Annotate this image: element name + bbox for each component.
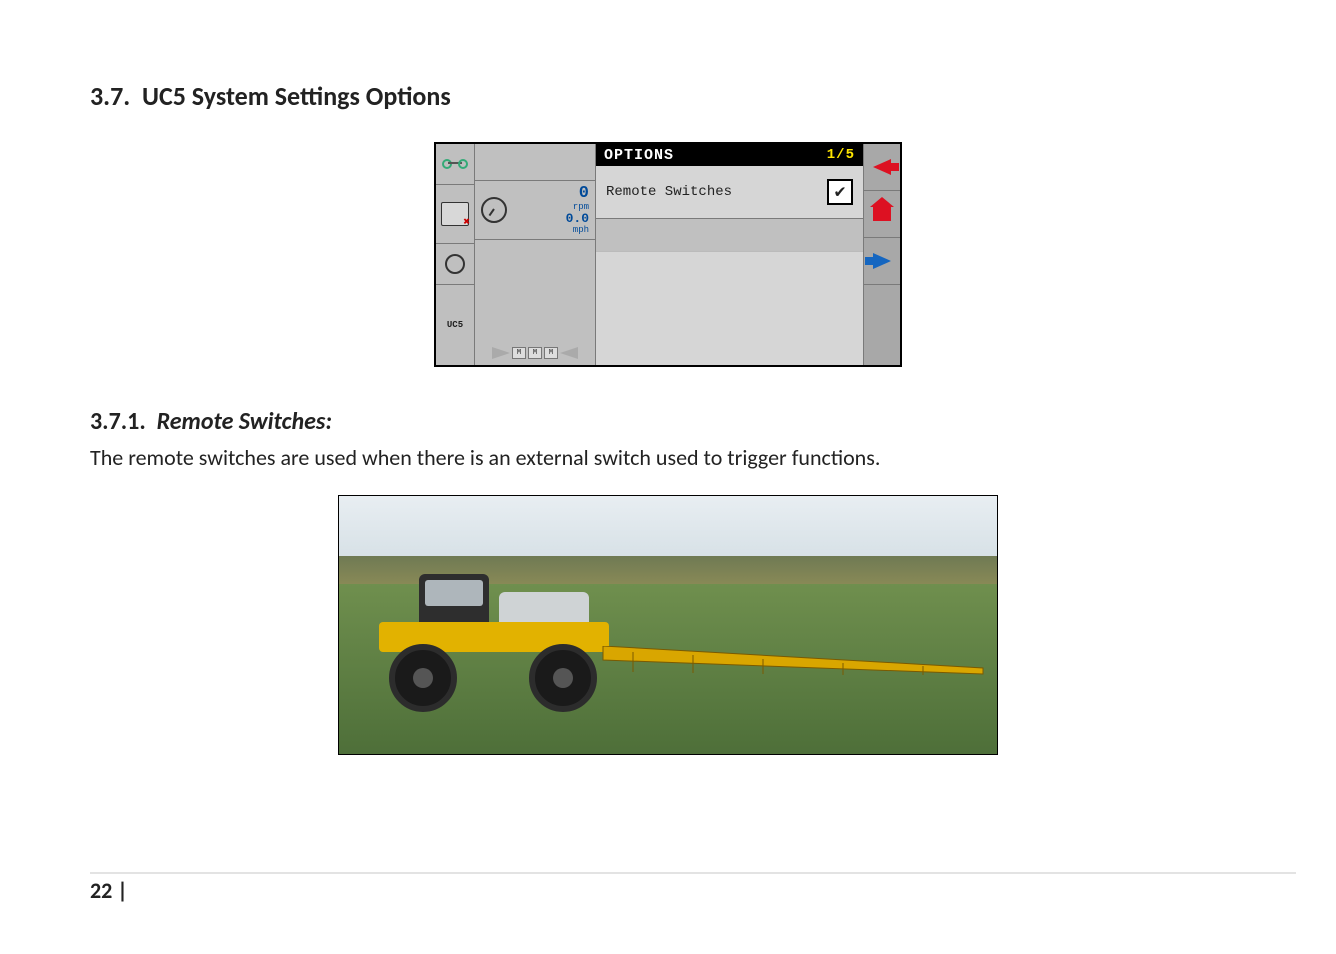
options-page-indicator: 1/5 [827,147,855,163]
boom-indicator-row: M M M [475,240,595,365]
section-heading: 3.7. UC5 System Settings Options [90,80,1246,112]
option-row-label: Remote Switches [606,184,732,200]
home-icon [873,207,891,221]
uc5-label: UC5 [447,320,463,330]
options-empty-area [596,251,863,365]
section-title: UC5 System Settings Options [142,80,451,112]
softkey-empty [864,285,900,365]
boom-left-wing-icon [492,347,510,359]
footer-rule [90,872,1296,874]
status-stats: 0 rpm 0.0 mph [475,181,595,240]
softkey-home[interactable] [864,191,900,238]
sprayer-image [338,495,998,755]
subsection-title: Remote Switches: [157,407,332,436]
subsection-heading: 3.7.1. Remote Switches: [90,407,1246,436]
section-number: 3.7. [90,80,130,112]
stat-readout: 0 rpm 0.0 mph [513,185,589,235]
softkey-next[interactable] [864,238,900,285]
uc5-options-screen: UC5 0 rpm 0.0 mph M [434,142,902,367]
option-row-remote-switches[interactable]: Remote Switches ✔ [596,166,863,219]
boom-icon [599,646,987,676]
body-paragraph: The remote switches are used when there … [90,444,1246,471]
tractor-wheel [529,644,597,712]
tractor-wheel [389,644,457,712]
tab-uc5[interactable]: UC5 [436,285,474,365]
boom-section: M [528,347,542,359]
speed-unit: mph [513,226,589,235]
softkey-back[interactable] [864,144,900,191]
status-column: 0 rpm 0.0 mph M M M [475,144,596,365]
photo-boom [599,646,987,676]
tractor-cab [419,574,489,629]
tab-axle[interactable] [436,144,474,185]
arrow-left-icon [873,159,891,175]
link-icon [445,254,465,274]
axle-icon [442,157,468,171]
tab-folder[interactable] [436,185,474,244]
options-main: OPTIONS 1/5 Remote Switches ✔ [596,144,863,365]
folder-x-icon [441,202,469,226]
tab-link[interactable] [436,244,474,285]
boom-sections: M M M [485,345,585,361]
options-screenshot: UC5 0 rpm 0.0 mph M [90,142,1246,367]
subsection-number: 3.7.1. [90,407,146,436]
softkey-column [863,144,900,365]
photo-tractor [379,574,609,694]
options-title-text: OPTIONS [604,147,674,164]
checkbox-checked-icon[interactable]: ✔ [827,179,853,205]
left-tab-bar: UC5 [436,144,475,365]
options-titlebar: OPTIONS 1/5 [596,144,863,166]
page-number: 22 | [90,877,128,904]
gauge-icon [481,197,507,223]
document-page: 3.7. UC5 System Settings Options UC5 [0,0,1336,954]
arrow-right-icon [873,253,891,269]
sprayer-photo [90,495,1246,755]
boom-right-wing-icon [560,347,578,359]
rpm-value: 0 [513,185,589,203]
speed-value: 0.0 [513,212,589,226]
boom-section: M [544,347,558,359]
status-top-spacer [475,144,595,181]
boom-section: M [512,347,526,359]
